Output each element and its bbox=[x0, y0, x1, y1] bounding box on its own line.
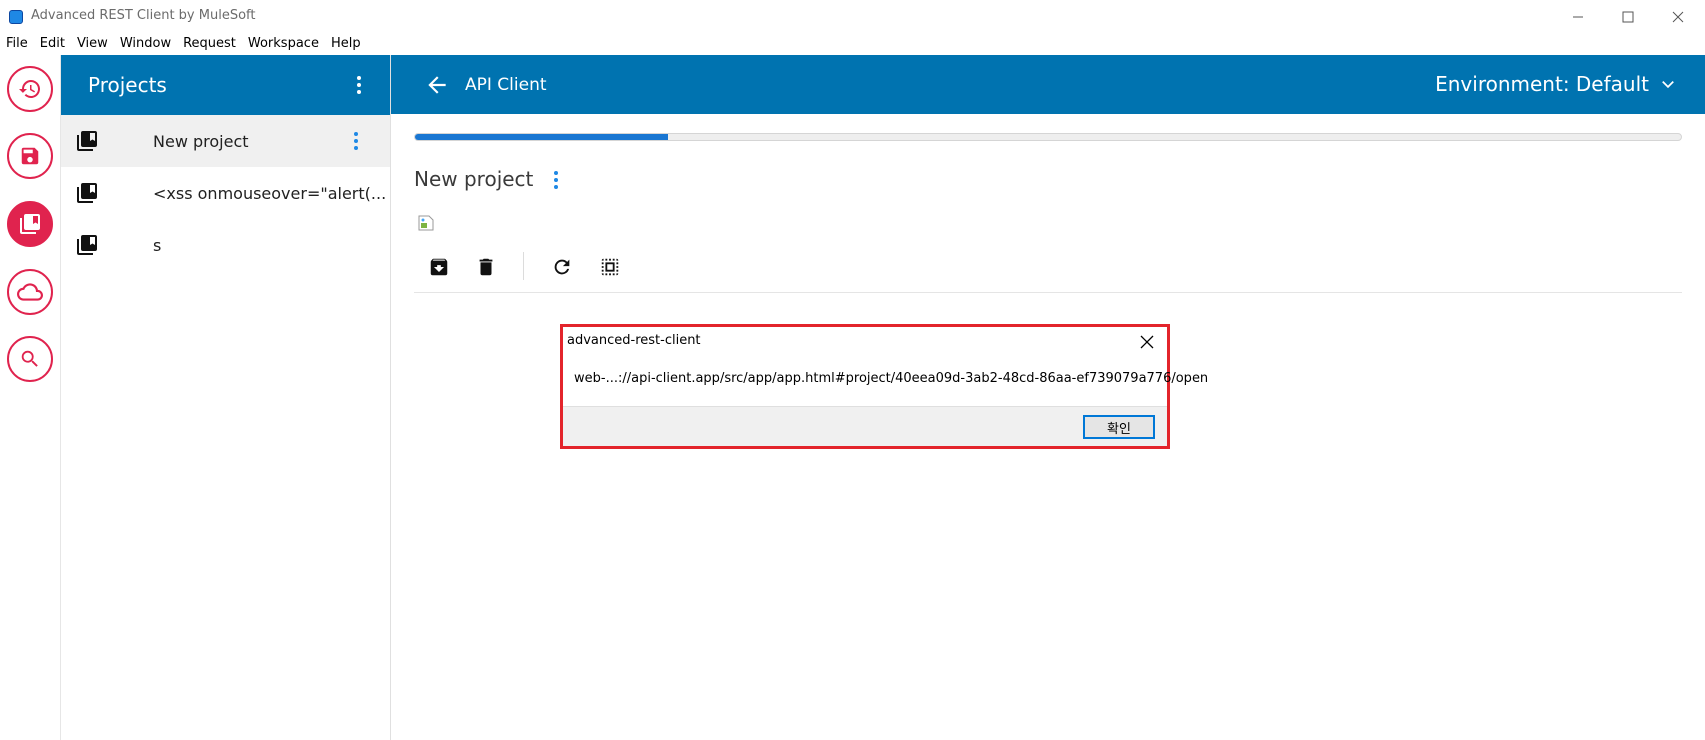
environment-selector[interactable]: Environment: Default bbox=[1435, 72, 1675, 96]
close-icon bbox=[1672, 11, 1684, 23]
title-bar: Advanced REST Client by MuleSoft bbox=[0, 0, 1705, 32]
project-label: <xss onmouseover="alert(... bbox=[153, 183, 387, 203]
project-toolbar bbox=[414, 249, 1682, 293]
app-title: API Client bbox=[465, 75, 547, 95]
dialog-message: web-...://api-client.app/src/app/app.htm… bbox=[574, 371, 1209, 386]
maximize-icon bbox=[1622, 11, 1634, 23]
projects-header: Projects bbox=[61, 55, 390, 115]
history-button[interactable] bbox=[7, 66, 53, 112]
cloud-icon bbox=[17, 283, 43, 301]
menu-workspace[interactable]: Workspace bbox=[242, 33, 325, 55]
projects-title: Projects bbox=[88, 73, 167, 97]
toolbar-divider bbox=[523, 252, 524, 280]
projects-menu-button[interactable] bbox=[350, 71, 368, 99]
projects-icon bbox=[20, 214, 40, 234]
projects-panel: Projects New project <xss onmouseover="a… bbox=[61, 55, 391, 740]
menu-help[interactable]: Help bbox=[325, 33, 367, 55]
progress-fill bbox=[415, 134, 669, 140]
refresh-button[interactable] bbox=[548, 253, 576, 281]
project-title: New project bbox=[414, 167, 534, 191]
project-item-new-project[interactable]: New project bbox=[61, 115, 390, 167]
project-label: New project bbox=[153, 131, 249, 151]
minimize-icon bbox=[1573, 16, 1583, 18]
menu-bar: File Edit View Window Request Workspace … bbox=[0, 33, 367, 55]
project-icon bbox=[77, 235, 97, 255]
project-options-button[interactable] bbox=[550, 168, 562, 192]
select-all-button[interactable] bbox=[596, 253, 624, 281]
chevron-down-icon bbox=[1662, 81, 1674, 89]
archive-icon bbox=[430, 258, 448, 276]
menu-file[interactable]: File bbox=[0, 33, 34, 55]
more-vert-icon bbox=[354, 132, 358, 150]
project-item-s[interactable]: s bbox=[61, 219, 390, 271]
project-label: s bbox=[153, 235, 162, 255]
save-icon bbox=[21, 147, 39, 165]
maximize-button[interactable] bbox=[1605, 4, 1651, 30]
window-title: Advanced REST Client by MuleSoft bbox=[31, 8, 256, 23]
menu-window[interactable]: Window bbox=[114, 33, 177, 55]
environment-label: Environment: Default bbox=[1435, 72, 1649, 96]
project-icon bbox=[77, 131, 97, 151]
history-icon bbox=[19, 80, 40, 98]
arc-cloud-icon bbox=[9, 10, 23, 24]
project-icon bbox=[77, 183, 97, 203]
delete-button[interactable] bbox=[472, 253, 500, 281]
project-more-button[interactable] bbox=[350, 129, 362, 153]
projects-button[interactable] bbox=[7, 201, 53, 247]
close-icon bbox=[1140, 335, 1154, 349]
loading-progress-bar bbox=[414, 133, 1682, 141]
back-arrow-icon[interactable] bbox=[424, 72, 450, 98]
close-window-button[interactable] bbox=[1655, 4, 1701, 30]
broken-image-icon bbox=[418, 215, 434, 231]
refresh-icon bbox=[554, 259, 570, 275]
navigation-rail bbox=[0, 55, 61, 740]
dialog-close-button[interactable] bbox=[1137, 332, 1157, 352]
dialog-title: advanced-rest-client bbox=[567, 333, 701, 348]
more-vert-icon bbox=[554, 171, 558, 189]
alert-dialog: advanced-rest-client web-...://api-clien… bbox=[560, 324, 1208, 449]
cloud-button[interactable] bbox=[7, 269, 53, 315]
menu-edit[interactable]: Edit bbox=[34, 33, 71, 55]
select-all-icon bbox=[601, 258, 619, 276]
ok-button[interactable]: 확인 bbox=[1083, 415, 1155, 439]
dialog-footer: 확인 bbox=[563, 406, 1167, 446]
more-vert-icon bbox=[357, 76, 361, 94]
minimize-button[interactable] bbox=[1555, 4, 1601, 30]
search-button[interactable] bbox=[7, 336, 53, 382]
delete-icon bbox=[479, 258, 493, 276]
app-header: API Client Environment: Default bbox=[391, 55, 1705, 114]
project-item-xss[interactable]: <xss onmouseover="alert(... bbox=[61, 167, 390, 219]
save-button[interactable] bbox=[7, 133, 53, 179]
search-icon bbox=[21, 350, 38, 367]
archive-button[interactable] bbox=[425, 253, 453, 281]
menu-request[interactable]: Request bbox=[177, 33, 242, 55]
menu-view[interactable]: View bbox=[71, 33, 114, 55]
